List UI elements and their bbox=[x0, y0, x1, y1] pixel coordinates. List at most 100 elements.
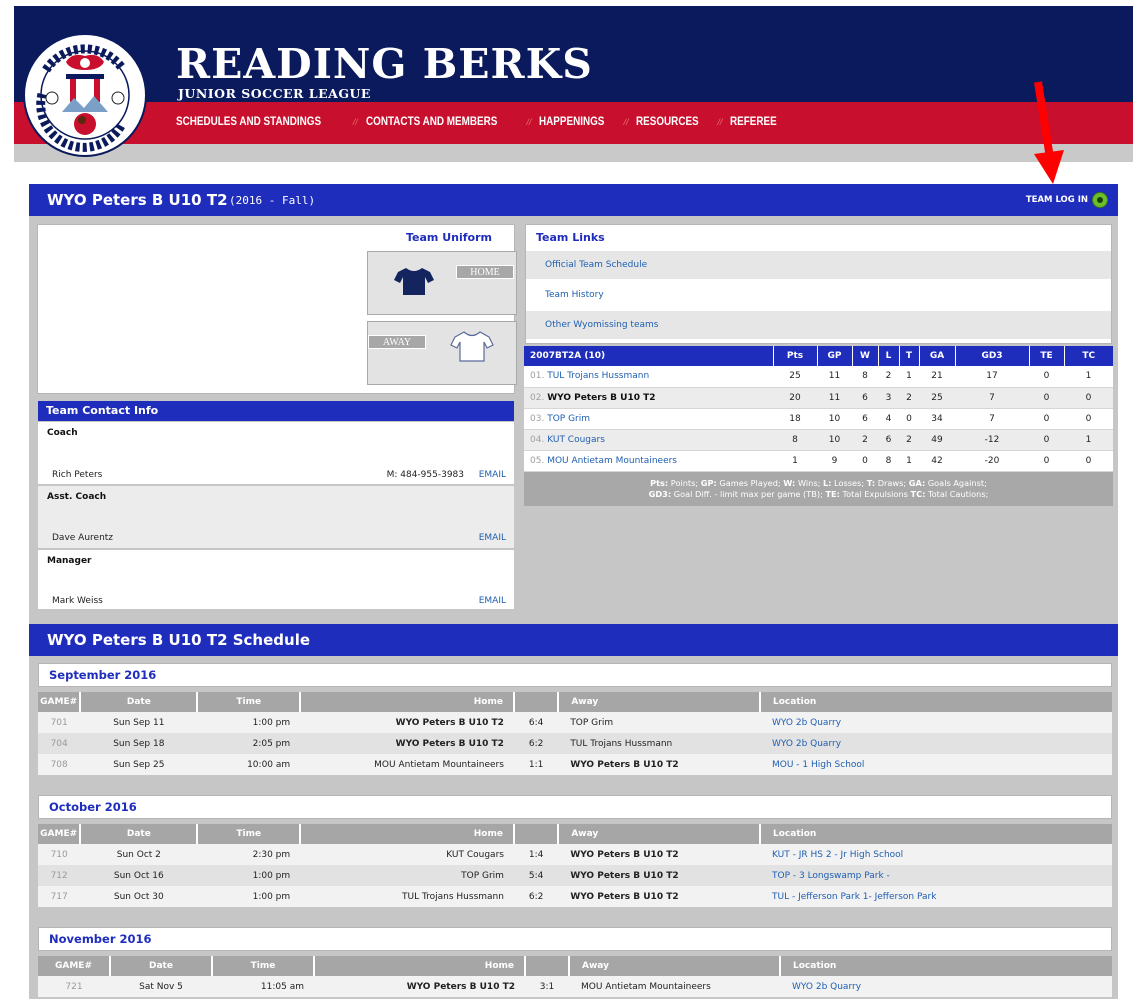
col-game: GAME# bbox=[38, 692, 81, 712]
legend-key: GP: bbox=[700, 477, 717, 488]
standings-rank: 02. bbox=[530, 392, 545, 403]
standings-stat: 0 bbox=[1064, 408, 1113, 430]
game-number: 701 bbox=[38, 712, 81, 733]
standings-team-name[interactable]: TOP Grim bbox=[547, 414, 590, 424]
brand-title: READING BERKS bbox=[176, 40, 593, 88]
standings-stat: 0 bbox=[1064, 387, 1113, 409]
col-gp: GP bbox=[816, 346, 852, 366]
uniform-away: AWAY bbox=[367, 321, 517, 385]
game-location-link[interactable]: TOP - 3 Longswamp Park - bbox=[760, 865, 1112, 886]
game-location-link[interactable]: TUL - Jefferson Park 1- Jefferson Park bbox=[760, 886, 1112, 907]
nav-contacts-members[interactable]: CONTACTS AND MEMBERS bbox=[366, 116, 497, 128]
standings-stat: 1 bbox=[1064, 429, 1113, 451]
game-time: 1:00 pm bbox=[197, 886, 301, 907]
standings-stat: 49 bbox=[919, 429, 955, 451]
link-label[interactable]: Other Wyomissing teams bbox=[545, 320, 658, 330]
standings-rank: 05. bbox=[530, 455, 545, 466]
legend-desc: Points; bbox=[668, 477, 701, 488]
standings-legend: Pts: Points; GP: Games Played; W: Wins; … bbox=[524, 471, 1113, 506]
game-location-link[interactable]: WYO 2b Quarry bbox=[760, 712, 1112, 733]
col-game: GAME# bbox=[38, 824, 81, 844]
league-logo[interactable] bbox=[22, 32, 148, 158]
col-date: Date bbox=[79, 692, 198, 712]
contact-email-link[interactable]: EMAIL bbox=[479, 533, 506, 543]
schedule-table: GAME# Date Time Home Away Location 701 Sun Sep … bbox=[38, 692, 1112, 775]
col-home: Home bbox=[299, 824, 514, 844]
col-score bbox=[524, 956, 569, 976]
red-arrow-annotation bbox=[1034, 81, 1064, 184]
legend-desc: Total Expulsions bbox=[839, 488, 911, 499]
standings-stat: 21 bbox=[919, 366, 955, 388]
home-team: WYO Peters B U10 T2 bbox=[300, 712, 514, 733]
legend-desc: Games Played; bbox=[716, 477, 784, 488]
standings-stat: 11 bbox=[817, 366, 852, 388]
game-location-link[interactable]: MOU - 1 High School bbox=[760, 754, 1112, 775]
col-score bbox=[512, 824, 559, 844]
link-label[interactable]: Team History bbox=[545, 290, 604, 300]
nav-referee[interactable]: REFEREE bbox=[730, 116, 777, 128]
month-header: October 2016 bbox=[38, 795, 1112, 819]
standings-stat: 7 bbox=[955, 387, 1029, 409]
contact-name: Dave Aurentz bbox=[52, 533, 114, 543]
standings-stat: 7 bbox=[955, 408, 1029, 430]
standings-stat: 1 bbox=[1064, 366, 1113, 388]
link-other-teams[interactable]: Other Wyomissing teams bbox=[526, 311, 1111, 339]
contact-asst-coach: Asst. Coach Dave Aurentz EMAIL bbox=[38, 486, 514, 549]
standings-team-name[interactable]: KUT Cougars bbox=[547, 435, 605, 445]
link-official-schedule[interactable]: Official Team Schedule bbox=[526, 251, 1111, 279]
schedule-table: GAME# Date Time Home Away Location 710 Sun Oct … bbox=[38, 824, 1112, 907]
nav-happenings[interactable]: HAPPENINGS bbox=[539, 116, 604, 128]
standings-team-name[interactable]: MOU Antietam Mountaineers bbox=[547, 456, 677, 466]
legend-key: TE: bbox=[825, 488, 840, 499]
standings-stat: 11 bbox=[817, 387, 852, 409]
game-row: 721 Sat Nov 5 11:05 am WYO Peters B U10 T2 3… bbox=[38, 976, 1112, 997]
standings-stat: 2 bbox=[878, 366, 899, 388]
standings-stat: 6 bbox=[852, 408, 878, 430]
home-team: TOP Grim bbox=[300, 865, 514, 886]
link-label[interactable]: Official Team Schedule bbox=[545, 260, 647, 270]
main-nav: SCHEDULES AND STANDINGS // CONTACTS AND … bbox=[176, 114, 785, 130]
game-location-link[interactable]: WYO 2b Quarry bbox=[760, 733, 1112, 754]
col-pts: Pts bbox=[772, 346, 817, 366]
standings-stat: 3 bbox=[878, 387, 899, 409]
standings-row: 05. MOU Antietam Mountaineers 1 9 0 8 1 42 -20 0… bbox=[524, 450, 1113, 472]
nav-separator: // bbox=[717, 117, 723, 127]
col-away: Away bbox=[568, 956, 780, 976]
login-icon[interactable] bbox=[1092, 192, 1108, 208]
team-login-link[interactable]: TEAM LOG IN bbox=[1026, 195, 1088, 205]
game-location-link[interactable]: WYO 2b Quarry bbox=[780, 976, 1112, 997]
legend-line: Pts: Points; GP: Games Played; W: Wins; … bbox=[526, 478, 1111, 489]
contact-info-header: Team Contact Info bbox=[38, 401, 514, 421]
contact-email-link[interactable]: EMAIL bbox=[479, 470, 506, 480]
game-row: 708 Sun Sep 25 10:00 am MOU Antietam Mounta… bbox=[38, 754, 1112, 775]
standings-row: 01. TUL Trojans Hussmann 25 11 8 2 1 21 17 0 1 bbox=[524, 366, 1113, 388]
col-time: Time bbox=[196, 824, 301, 844]
nav-resources[interactable]: RESOURCES bbox=[636, 116, 699, 128]
team-page: WYO Peters B U10 T2 (2016 - Fall) TEAM L… bbox=[29, 184, 1118, 999]
contact-phone: M: 484-955-3983 bbox=[386, 470, 464, 480]
standings-team-name[interactable]: TUL Trojans Hussmann bbox=[547, 371, 649, 381]
standings-stat: 25 bbox=[773, 366, 817, 388]
standings-row: 04. KUT Cougars 8 10 2 6 2 49 -12 0 1 bbox=[524, 429, 1113, 451]
col-date: Date bbox=[79, 824, 198, 844]
standings-stat: 0 bbox=[1029, 366, 1064, 388]
away-team: TOP Grim bbox=[558, 712, 760, 733]
game-score: 3:1 bbox=[525, 976, 569, 997]
game-row: 712 Sun Oct 16 1:00 pm TOP Grim 5:4 WYO Peter… bbox=[38, 865, 1112, 886]
home-team: KUT Cougars bbox=[300, 844, 514, 865]
game-location-link[interactable]: KUT - JR HS 2 - Jr High School bbox=[760, 844, 1112, 865]
home-team: WYO Peters B U10 T2 bbox=[300, 733, 514, 754]
home-label: HOME bbox=[456, 265, 514, 279]
home-team: MOU Antietam Mountaineers bbox=[300, 754, 514, 775]
game-date: Sun Oct 30 bbox=[80, 886, 198, 907]
standings-header: 2007BT2A (10) Pts GP W L T GA GD3 TE TC bbox=[524, 346, 1113, 366]
standings-stat: 6 bbox=[878, 429, 899, 451]
nav-schedules-standings[interactable]: SCHEDULES AND STANDINGS bbox=[176, 116, 321, 128]
link-team-history[interactable]: Team History bbox=[526, 281, 1111, 309]
standings-row: 03. TOP Grim 18 10 6 4 0 34 7 0 0 bbox=[524, 408, 1113, 430]
standings-stat: 2 bbox=[852, 429, 878, 451]
game-number: 712 bbox=[38, 865, 81, 886]
contact-email-link[interactable]: EMAIL bbox=[479, 596, 506, 606]
game-time: 1:00 pm bbox=[197, 712, 301, 733]
standings-stat: 0 bbox=[1029, 429, 1064, 451]
